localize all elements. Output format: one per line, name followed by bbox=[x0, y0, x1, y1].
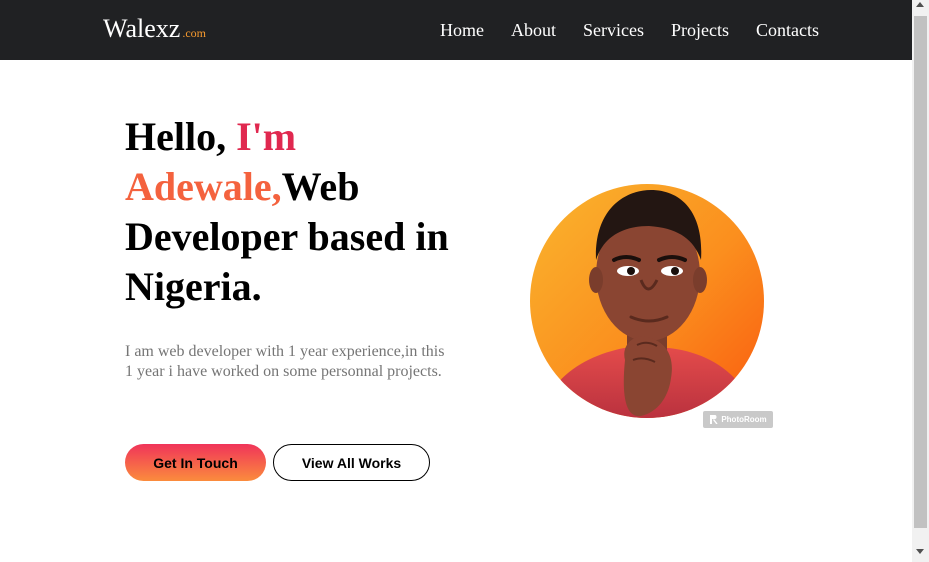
view-all-works-button[interactable]: View All Works bbox=[273, 444, 430, 481]
photoroom-watermark: PhotoRoom bbox=[703, 411, 773, 428]
hero-title: Hello, I'm Adewale,Web Developer based i… bbox=[125, 112, 465, 312]
get-in-touch-button[interactable]: Get In Touch bbox=[125, 444, 266, 481]
brand-tld: .com bbox=[182, 26, 206, 40]
page-scrollbar[interactable] bbox=[912, 0, 929, 562]
scroll-down-icon[interactable] bbox=[916, 549, 924, 554]
hero-greeting: Hello, bbox=[125, 114, 237, 159]
scroll-up-icon[interactable] bbox=[916, 2, 924, 7]
nav-home-link[interactable]: Home bbox=[440, 19, 484, 41]
hero-description: I am web developer with 1 year experienc… bbox=[125, 343, 445, 380]
nav-contacts-link[interactable]: Contacts bbox=[756, 19, 819, 41]
hero-im: I'm bbox=[236, 114, 297, 159]
brand-name: Walexz bbox=[103, 14, 181, 43]
brand-logo[interactable]: Walexz .com bbox=[103, 14, 206, 48]
navbar: Walexz .com Home About Services Projects … bbox=[0, 0, 912, 60]
nav-projects-link[interactable]: Projects bbox=[671, 19, 729, 41]
nav-about-link[interactable]: About bbox=[511, 19, 556, 41]
scroll-thumb[interactable] bbox=[914, 16, 927, 528]
photoroom-label: PhotoRoom bbox=[721, 415, 767, 424]
hero-name: Adewale, bbox=[125, 164, 282, 209]
photoroom-logo-icon bbox=[710, 415, 718, 424]
profile-avatar-image bbox=[530, 184, 764, 418]
nav-services-link[interactable]: Services bbox=[583, 19, 644, 41]
nav-menu: Home About Services Projects Contacts bbox=[440, 19, 819, 41]
